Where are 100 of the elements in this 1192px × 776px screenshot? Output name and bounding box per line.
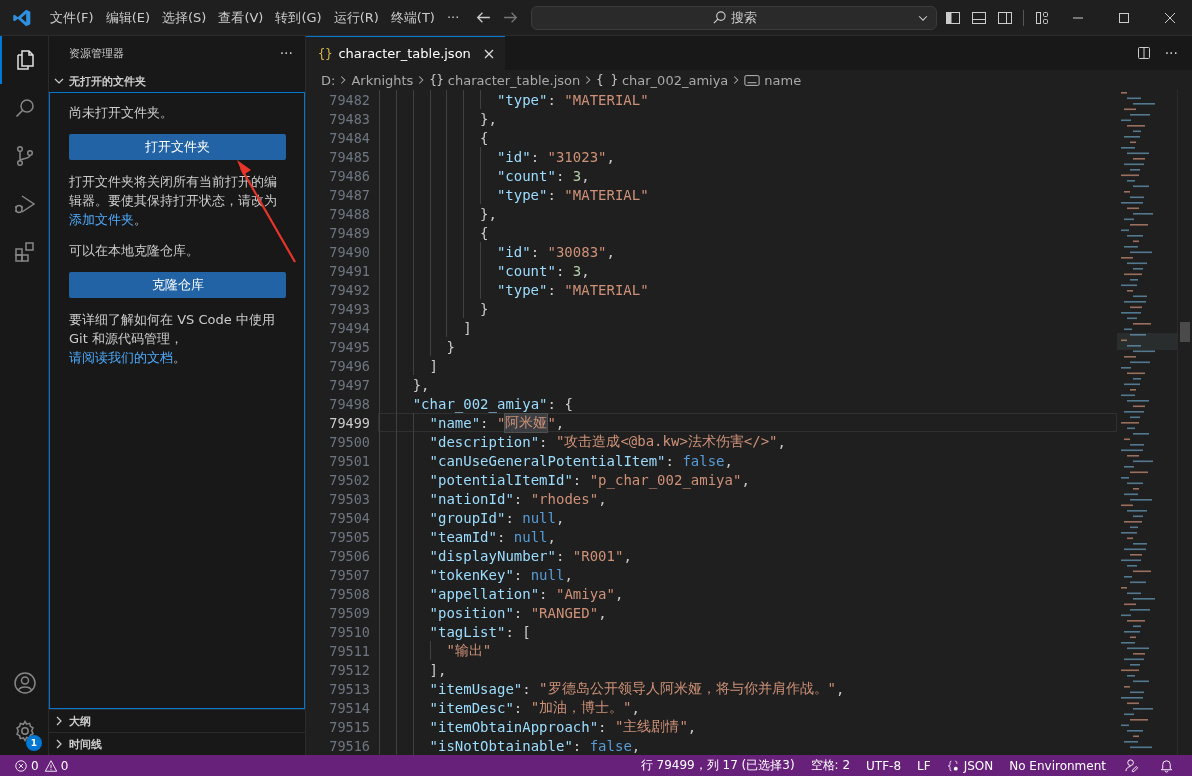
search-icon [711, 10, 727, 25]
code-line: "position": "RANGED", [378, 603, 1117, 622]
menu-item[interactable]: 查看(V) [212, 8, 270, 27]
split-editor-icon[interactable] [1135, 45, 1152, 61]
open-folder-button[interactable]: 打开文件夹 [69, 134, 286, 160]
menu-item[interactable]: 编辑(E) [99, 8, 156, 27]
extensions-icon [13, 240, 37, 264]
code-line: "potentialItemId": "p_char_002_amiya", [378, 470, 1117, 489]
line-number: 79512 [328, 661, 371, 678]
line-number: 79484 [328, 129, 371, 146]
code-line: "canUseGeneralPotentialItem": false, [378, 451, 1117, 470]
add-folder-link[interactable]: 添加文件夹 [69, 212, 134, 227]
line-number: 79509 [328, 604, 371, 621]
status-item[interactable]: 行 79499，列 17 (已选择3) [640, 757, 795, 774]
clone-repository-button[interactable]: 克隆仓库 [69, 272, 286, 298]
language-mode[interactable]: JSON [946, 758, 994, 773]
menu-item[interactable]: 选择(S) [156, 8, 213, 27]
toggle-secondary-sidebar-icon[interactable] [997, 9, 1013, 26]
line-number: 79489 [328, 224, 371, 241]
line-number: 79499 [328, 414, 371, 431]
code-line: "tokenKey": null, [378, 565, 1117, 584]
status-item[interactable]: UTF-8 [866, 758, 902, 773]
string-icon [744, 73, 761, 87]
breadcrumb-item[interactable]: Arknights [351, 72, 414, 88]
notifications-icon[interactable] [1159, 758, 1174, 773]
menu-item[interactable]: 转到(G) [269, 8, 328, 27]
line-number: 79493 [328, 300, 371, 317]
code-line: }, [378, 375, 1117, 394]
warning-count[interactable]: 0 [60, 758, 69, 773]
code-line: "teamId": null, [378, 527, 1117, 546]
status-item[interactable]: 空格: 2 [810, 757, 851, 774]
line-number: 79487 [328, 186, 371, 203]
more-actions-button[interactable]: ··· [1164, 45, 1178, 61]
braces-icon [946, 758, 961, 773]
braces-icon: { } [596, 73, 618, 87]
warning-icon [43, 758, 58, 773]
account-icon[interactable] [13, 671, 37, 695]
notification-badge: 1 [26, 735, 42, 751]
line-number: 79504 [328, 509, 371, 526]
menu-item[interactable]: 文件(F) [44, 8, 100, 27]
line-number: 79514 [328, 699, 371, 716]
menu-more-button[interactable]: ··· [440, 10, 466, 25]
scrollbar-thumb[interactable] [1180, 322, 1190, 342]
code-line: ] [378, 318, 1117, 337]
run-debug-icon [13, 192, 37, 216]
search-field[interactable]: 搜索 [531, 5, 938, 30]
line-number: 79490 [328, 243, 371, 260]
code-line: }, [378, 204, 1117, 223]
status-item[interactable]: No Environment [1009, 758, 1106, 773]
error-count[interactable]: 0 [31, 758, 39, 773]
customize-layout-icon[interactable] [1034, 9, 1050, 26]
code-line: } [378, 299, 1117, 318]
more-actions-button[interactable]: ··· [279, 45, 293, 61]
section-header[interactable]: 无打开的文件夹 [49, 70, 305, 92]
sidebar-title: 资源管理器 [69, 45, 124, 61]
menu-item[interactable]: 运行(R) [327, 8, 385, 27]
code-line: "groupId": null, [378, 508, 1117, 527]
line-number: 79485 [328, 148, 371, 165]
message-text: 可以在本地克隆仓库。 [69, 242, 200, 260]
code-line: "displayNumber": "R001", [378, 546, 1117, 565]
line-number: 79495 [328, 338, 371, 355]
message-text: 尚未打开文件夹。 [69, 104, 174, 122]
code-line: "type": "MATERIAL" [378, 90, 1117, 109]
braces-icon: {} [429, 73, 444, 87]
status-item[interactable]: LF [917, 758, 931, 773]
toggle-panel-icon[interactable] [971, 9, 987, 26]
line-number: 79500 [328, 433, 371, 450]
toggle-sidebar-icon[interactable] [945, 9, 961, 26]
code-line: ] [378, 356, 1117, 375]
code-line: }, [378, 109, 1117, 128]
code-line: } [378, 337, 1117, 356]
line-number: 79513 [328, 680, 371, 697]
code-line: "itemDesc": "加油，博士。", [378, 698, 1117, 717]
line-number: 79498 [328, 395, 371, 412]
code-line: "count": 3, [378, 261, 1117, 280]
menu-item[interactable]: 终端(T) [384, 8, 441, 27]
breadcrumb-item[interactable]: character_table.json [447, 72, 581, 88]
section-header[interactable]: 大纲 [49, 709, 305, 732]
line-number: 79497 [328, 376, 371, 393]
error-icon [14, 758, 28, 773]
code-line: "输出" [378, 641, 1117, 660]
line-number: 79510 [328, 623, 371, 640]
help-paragraph: 要详细了解如何在 VS Code 中使用 Git 和源代码管理， 请阅读我们的文档。 [69, 311, 276, 367]
docs-link[interactable]: 请阅读我们的文档 [69, 350, 173, 365]
feedback-icon[interactable] [1124, 758, 1139, 773]
code-line: "description": "攻击造成<@ba.kw>法术伤害</>", [378, 432, 1117, 451]
line-number: 79503 [328, 490, 371, 507]
code-line: "nationId": "rhodes", [378, 489, 1117, 508]
code-line: "count": 3, [378, 166, 1117, 185]
breadcrumb-item[interactable]: D: [321, 72, 336, 88]
editor-tab[interactable]: {} character_table.json [306, 36, 505, 70]
line-number: 79492 [328, 281, 371, 298]
line-number: 79515 [328, 718, 371, 735]
code-line: "itemUsage": "罗德岛公开领导人阿米娅，将与你并肩作战。", [378, 679, 1117, 698]
code-line: "itemObtainApproach": "主线剧情", [378, 717, 1117, 736]
breadcrumb-item[interactable]: name [764, 72, 802, 88]
code-line: "type": "MATERIAL" [378, 280, 1117, 299]
breadcrumb-item[interactable]: char_002_amiya [621, 72, 729, 88]
line-number: 79516 [328, 737, 371, 754]
line-number: 79494 [328, 319, 371, 336]
